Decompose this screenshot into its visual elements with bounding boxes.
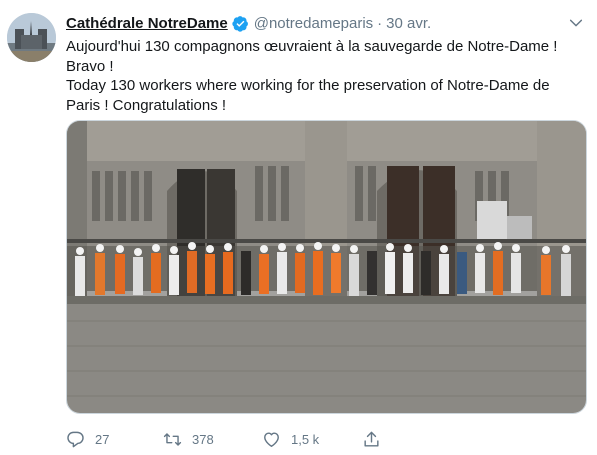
- reply-icon: [67, 431, 84, 447]
- tweet-text-line-en: Today 130 workers where working for the …: [66, 77, 550, 114]
- tweet-header: Cathédrale NotreDame @notredameparis · 3…: [66, 13, 597, 33]
- tweet[interactable]: Cathédrale NotreDame @notredameparis · 3…: [0, 0, 597, 455]
- avatar-image: [7, 13, 56, 62]
- reply-button[interactable]: 27: [66, 428, 109, 450]
- tweet-actions: 27 378 1,5 k: [66, 428, 396, 450]
- tweet-text-line-fr: Aujourd'hui 130 compagnons œuvraient à l…: [66, 38, 558, 75]
- verified-badge-icon: [232, 15, 248, 32]
- retweet-count: 378: [192, 431, 214, 447]
- share-icon: [364, 431, 379, 447]
- author-name[interactable]: Cathédrale NotreDame: [66, 15, 228, 32]
- heart-icon: [264, 431, 279, 447]
- retweet-icon: [163, 432, 182, 446]
- avatar[interactable]: [7, 13, 56, 62]
- share-button[interactable]: [362, 428, 381, 450]
- reply-count: 27: [95, 431, 110, 447]
- tweet-date[interactable]: 30 avr.: [386, 15, 431, 32]
- retweet-button[interactable]: 378: [163, 428, 214, 450]
- tweet-photo[interactable]: [66, 120, 587, 414]
- tweet-text: Aujourd'hui 130 compagnons œuvraient à l…: [66, 37, 586, 115]
- like-button[interactable]: 1,5 k: [262, 428, 319, 450]
- cathedral-workers-photo: [67, 121, 586, 413]
- chevron-down-icon[interactable]: [568, 15, 584, 31]
- author-handle[interactable]: @notredameparis: [254, 15, 373, 32]
- like-count: 1,5 k: [291, 431, 320, 447]
- separator-dot: ·: [377, 14, 383, 32]
